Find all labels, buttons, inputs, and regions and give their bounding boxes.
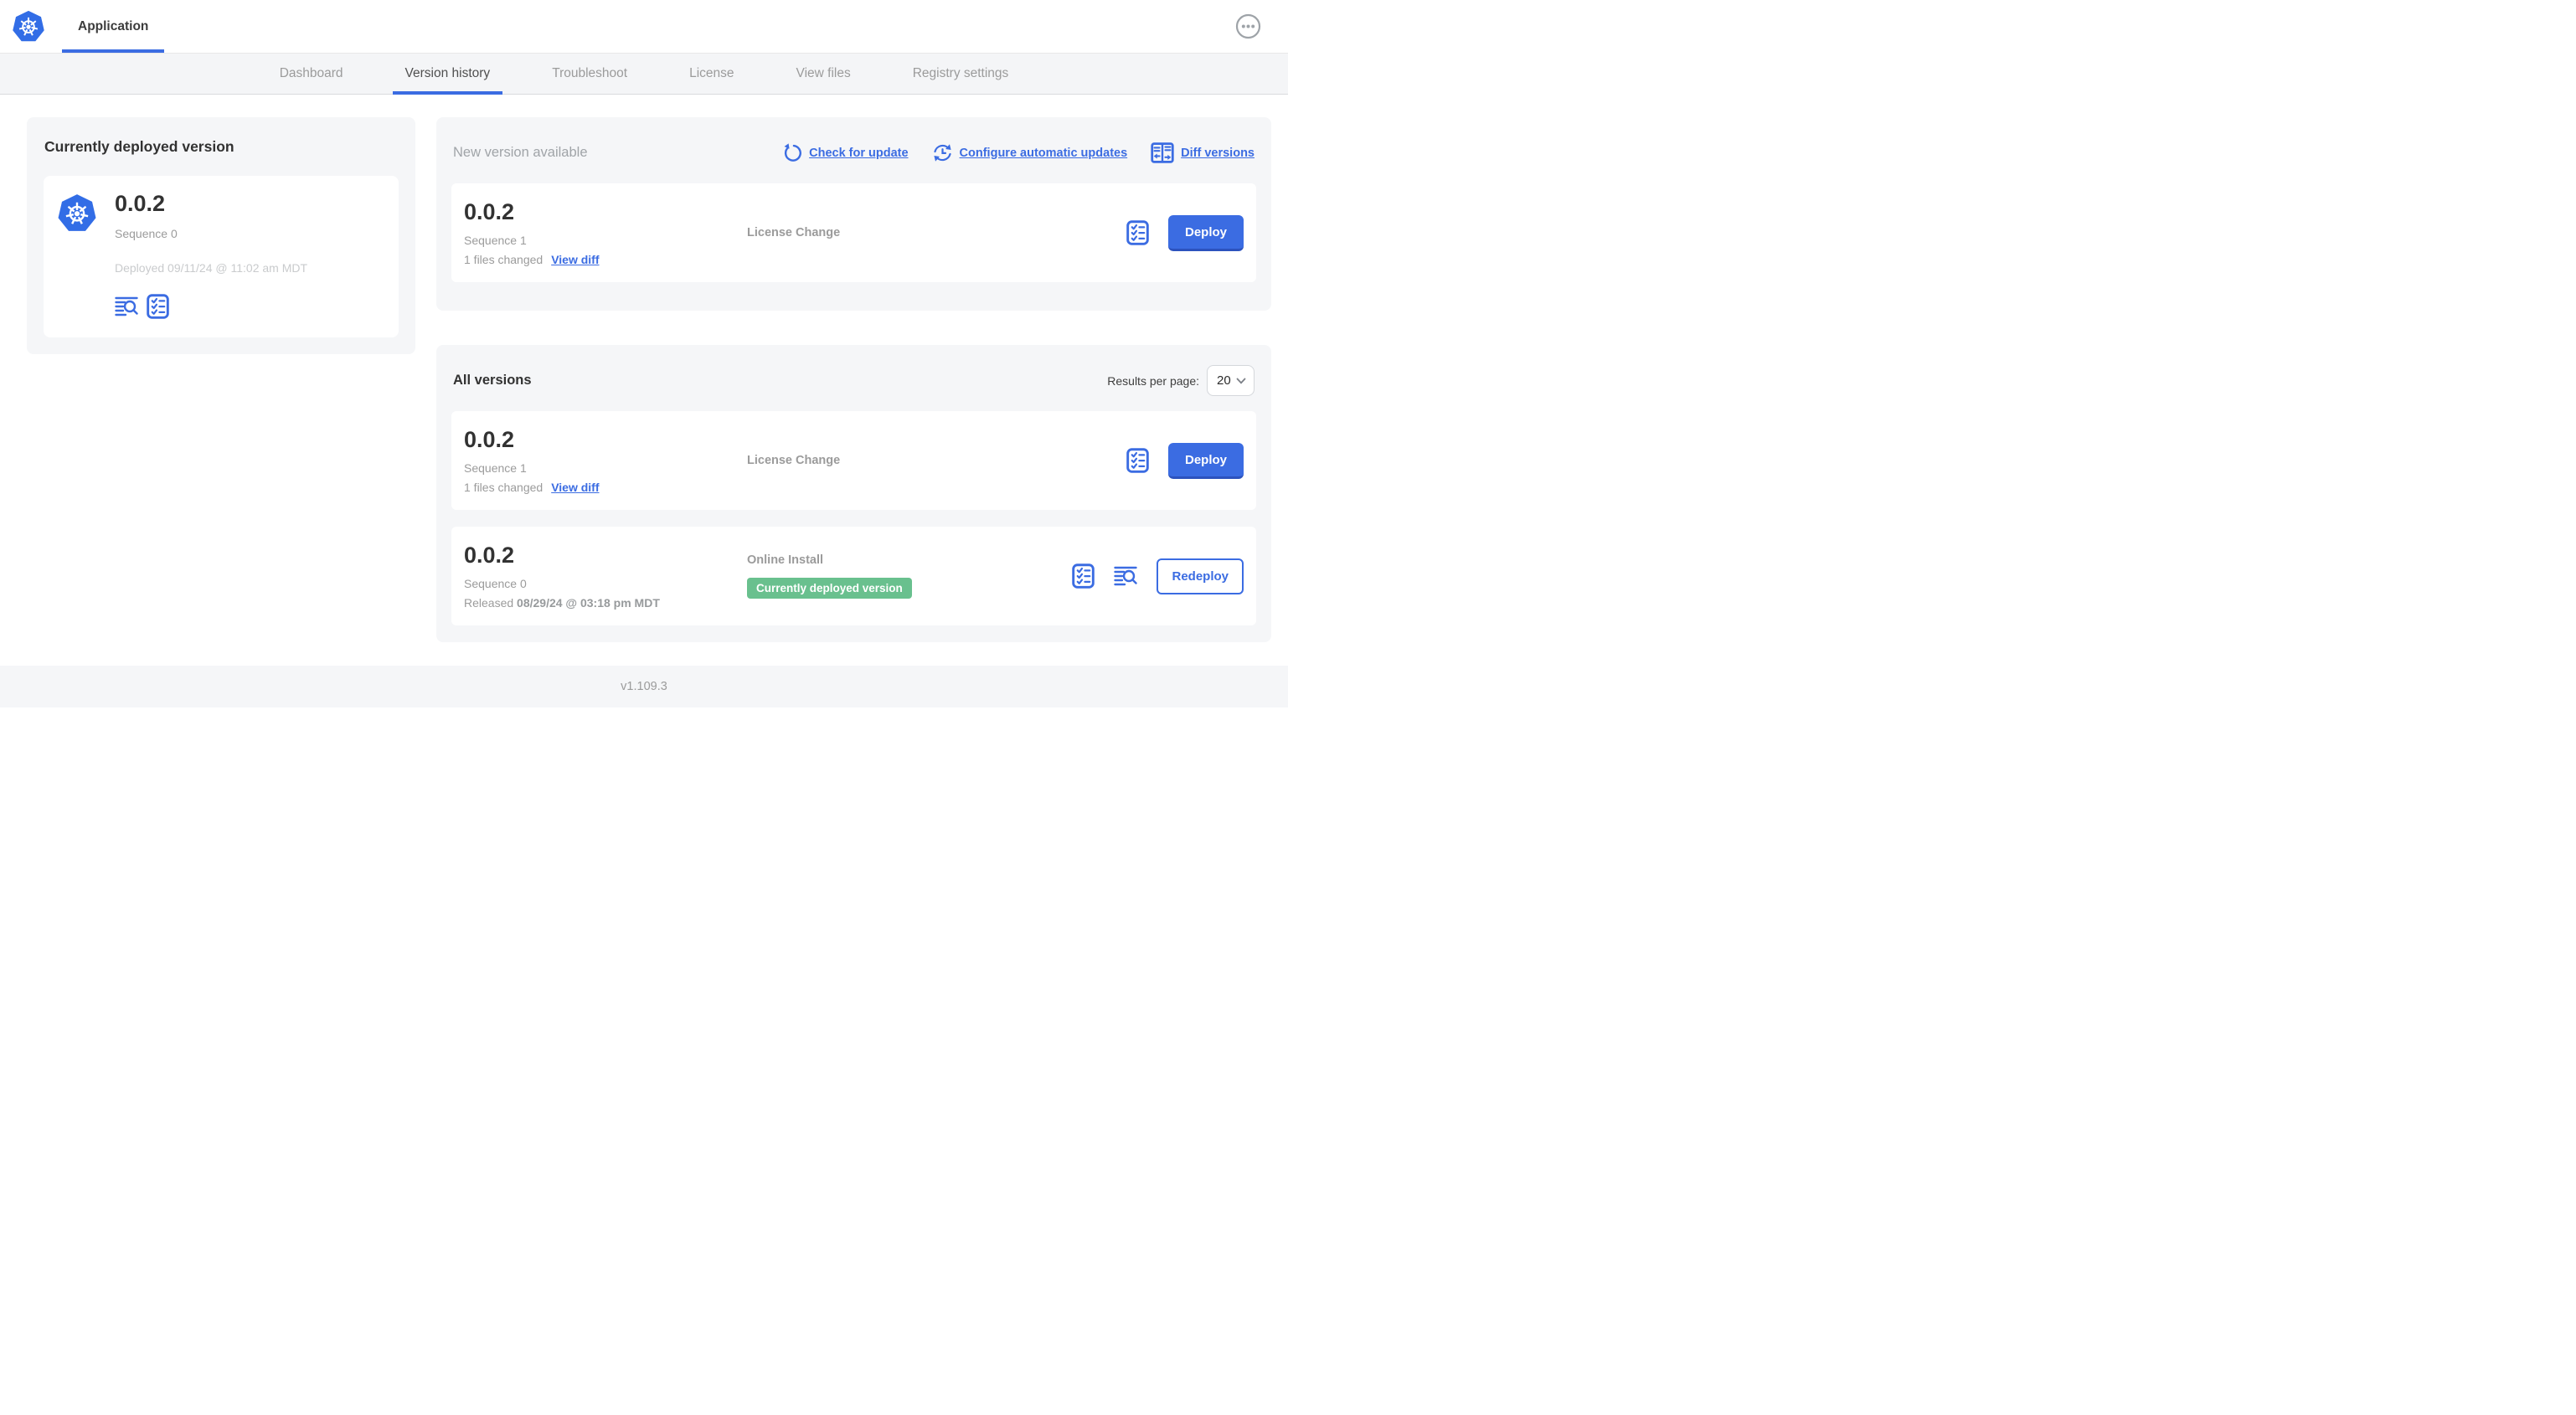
- files-changed: 1 files changed View diff: [464, 481, 747, 494]
- tab-license[interactable]: License: [677, 54, 746, 94]
- version-actions: Redeploy: [1072, 558, 1244, 594]
- preflight-checks-button[interactable]: [1126, 448, 1149, 473]
- deployed-version-actions: [115, 294, 307, 319]
- view-diff-link[interactable]: View diff: [551, 253, 599, 266]
- version-number: 0.0.2: [464, 199, 515, 225]
- released-date: 08/29/24 @ 03:18 pm MDT: [517, 595, 660, 610]
- admin-console-page: Application Dashboard Version history Tr…: [0, 0, 1288, 708]
- tab-dashboard[interactable]: Dashboard: [267, 54, 356, 94]
- results-per-page-label: Results per page:: [1107, 373, 1199, 388]
- source-label: License Change: [747, 454, 841, 467]
- version-number: 0.0.2: [464, 427, 515, 453]
- new-version-row: 0.0.2 Sequence 1 1 files changed View dif…: [451, 183, 1256, 282]
- version-source: Online Install Currently deployed versio…: [747, 553, 1072, 599]
- view-logs-button[interactable]: [1114, 566, 1138, 586]
- view-logs-button[interactable]: [115, 296, 138, 316]
- source-label: Online Install: [747, 553, 824, 567]
- deployed-version-number: 0.0.2: [115, 191, 166, 216]
- results-per-page: Results per page: 20: [1107, 365, 1255, 396]
- files-changed: 1 files changed View diff: [464, 253, 747, 266]
- version-info: 0.0.2 Sequence 1 1 files changed View dif…: [464, 199, 747, 265]
- deployed-version-sequence: Sequence 0: [115, 227, 178, 241]
- redeploy-button[interactable]: Redeploy: [1157, 558, 1244, 594]
- tab-registry-settings[interactable]: Registry settings: [900, 54, 1022, 94]
- all-versions-title: All versions: [453, 373, 532, 388]
- preflight-checklist-icon: [1126, 448, 1149, 473]
- tab-view-files[interactable]: View files: [784, 54, 863, 94]
- diff-versions-label: Diff versions: [1181, 146, 1255, 160]
- deploy-button[interactable]: Deploy: [1167, 214, 1244, 251]
- preflight-checklist-icon: [1072, 563, 1095, 589]
- version-source: License Change: [747, 226, 1126, 239]
- ellipsis-menu-icon: [1235, 13, 1261, 39]
- view-logs-icon: [115, 296, 138, 316]
- released-timestamp: Released 08/29/24 @ 03:18 pm MDT: [464, 596, 747, 610]
- all-versions-list: 0.0.2 Sequence 1 1 files changed View dif…: [451, 411, 1256, 625]
- version-actions: Deploy: [1126, 214, 1244, 251]
- results-per-page-select[interactable]: 20: [1207, 365, 1255, 396]
- deploy-button[interactable]: Deploy: [1167, 442, 1244, 479]
- chevron-down-icon: [1236, 378, 1246, 384]
- version-row: 0.0.2 Sequence 0 Released 08/29/24 @ 03:…: [451, 527, 1256, 625]
- application-tab-label: Application: [78, 18, 149, 33]
- version-history-content: Currently deployed version 0.0.2 Sequenc…: [0, 95, 1288, 666]
- tab-version-history[interactable]: Version history: [392, 54, 503, 95]
- auto-update-clock-icon: [932, 143, 952, 162]
- files-changed-label: 1 files changed: [464, 480, 544, 494]
- update-actions: Check for update Configure automatic upd…: [783, 142, 1255, 163]
- topbar: Application: [0, 0, 1288, 54]
- version-sequence: Sequence 0: [464, 576, 527, 590]
- new-version-card: New version available Check for update C…: [436, 117, 1271, 311]
- kubernetes-logo-icon: [57, 193, 97, 233]
- tab-application[interactable]: Application: [62, 0, 165, 53]
- version-source: License Change: [747, 454, 1126, 467]
- deployed-version-timestamp: Deployed 09/11/24 @ 11:02 am MDT: [115, 261, 308, 275]
- preflight-checks-button[interactable]: [147, 294, 169, 319]
- currently-deployed-card: Currently deployed version 0.0.2 Sequenc…: [27, 117, 415, 355]
- preflight-checklist-icon: [1126, 220, 1149, 245]
- kubernetes-logo-icon: [12, 9, 45, 43]
- diff-versions-icon: [1151, 142, 1174, 163]
- results-per-page-value: 20: [1217, 373, 1231, 388]
- released-label: Released: [464, 595, 514, 610]
- configure-automatic-updates-label: Configure automatic updates: [959, 146, 1128, 160]
- version-info: 0.0.2 Sequence 1 1 files changed View dif…: [464, 427, 747, 493]
- check-for-update-label: Check for update: [809, 146, 909, 160]
- overflow-menu-button[interactable]: [1235, 13, 1261, 39]
- view-diff-link[interactable]: View diff: [551, 481, 599, 494]
- version-actions: Deploy: [1126, 442, 1244, 479]
- diff-versions-link[interactable]: Diff versions: [1151, 142, 1255, 163]
- deployed-version-tile: 0.0.2 Sequence 0 Deployed 09/11/24 @ 11:…: [44, 176, 399, 338]
- configure-automatic-updates-link[interactable]: Configure automatic updates: [932, 142, 1128, 163]
- new-version-title: New version available: [453, 145, 588, 160]
- version-sequence: Sequence 1: [464, 233, 527, 247]
- preflight-checklist-icon: [147, 294, 169, 319]
- console-version: v1.109.3: [621, 680, 667, 693]
- view-logs-icon: [1114, 566, 1138, 586]
- all-versions-card: All versions Results per page: 20 0.0.2 …: [436, 345, 1271, 642]
- new-version-header: New version available Check for update C…: [453, 137, 1255, 168]
- footer: v1.109.3: [0, 666, 1288, 708]
- currently-deployed-badge: Currently deployed version: [747, 578, 912, 599]
- version-row: 0.0.2 Sequence 1 1 files changed View dif…: [451, 411, 1256, 510]
- refresh-icon: [783, 143, 802, 162]
- app-subnav: Dashboard Version history Troubleshoot L…: [0, 54, 1288, 95]
- preflight-checks-button[interactable]: [1072, 563, 1095, 589]
- deployed-version-info: 0.0.2 Sequence 0 Deployed 09/11/24 @ 11:…: [115, 191, 307, 319]
- right-column: New version available Check for update C…: [436, 117, 1271, 642]
- all-versions-header: All versions Results per page: 20: [453, 365, 1255, 396]
- version-number: 0.0.2: [464, 543, 515, 569]
- preflight-checks-button[interactable]: [1126, 220, 1149, 245]
- version-info: 0.0.2 Sequence 0 Released 08/29/24 @ 03:…: [464, 543, 747, 609]
- version-sequence: Sequence 1: [464, 461, 527, 475]
- tab-troubleshoot[interactable]: Troubleshoot: [539, 54, 640, 94]
- files-changed-label: 1 files changed: [464, 252, 544, 266]
- check-for-update-link[interactable]: Check for update: [783, 143, 909, 162]
- source-label: License Change: [747, 226, 841, 239]
- currently-deployed-title: Currently deployed version: [44, 138, 234, 155]
